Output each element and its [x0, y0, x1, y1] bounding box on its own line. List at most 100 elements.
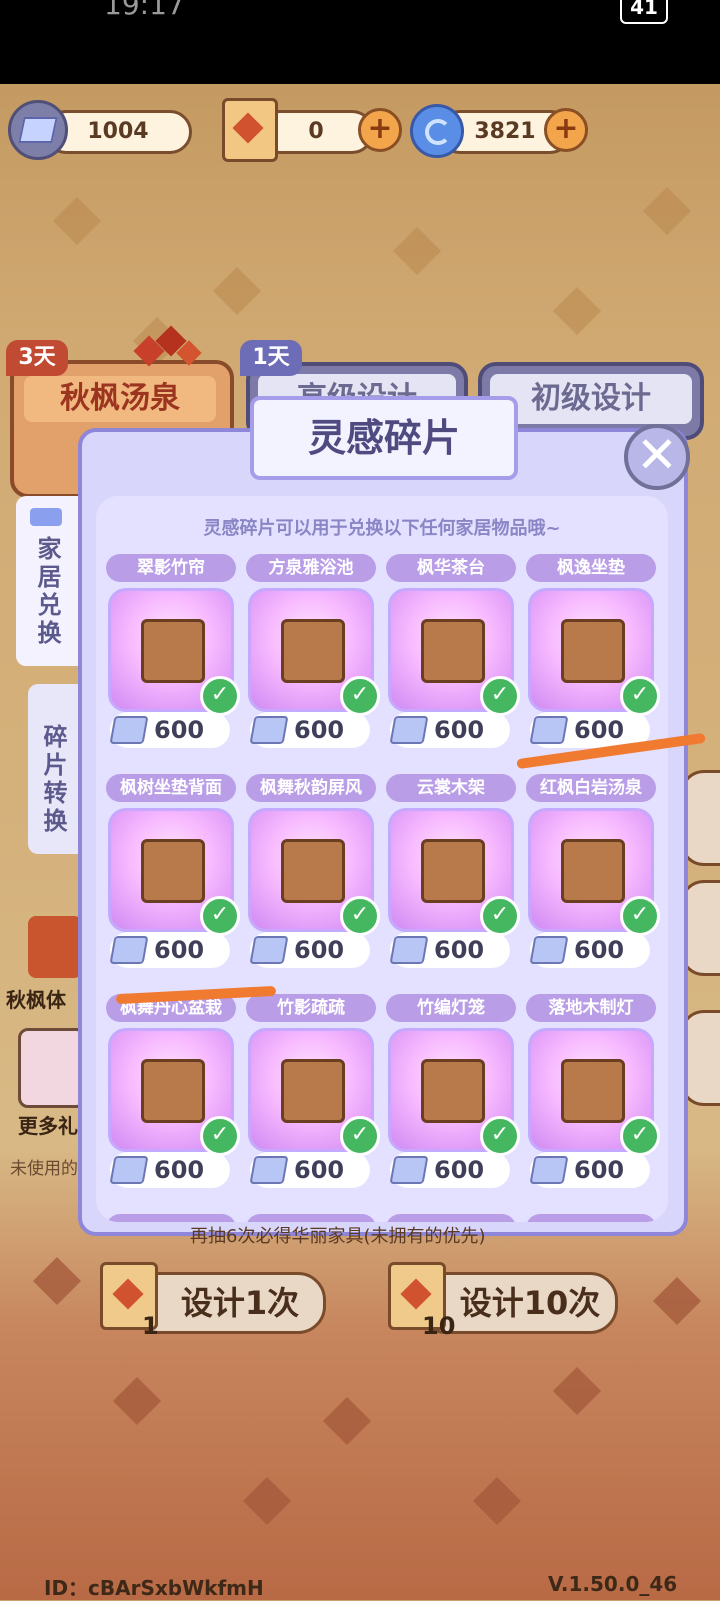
furniture-item-name: 枫树坐垫背面: [106, 774, 236, 802]
version-label: V.1.50.0_46: [548, 1572, 678, 1596]
furniture-item-name: 方泉雅浴池: [246, 554, 376, 582]
furniture-item-price-value: 600: [434, 716, 485, 744]
furniture-item[interactable]: 枫舞秋韵屏风 ✓ 600: [246, 774, 380, 974]
furniture-item-name-partial: [106, 1214, 236, 1222]
owned-check-icon: ✓: [340, 896, 380, 936]
side-tab-furniture-exchange[interactable]: 家居兑换: [16, 496, 78, 666]
furniture-item[interactable]: 翠影竹帘 ✓ 600: [106, 554, 240, 754]
furniture-item-name: 枫逸坐垫: [526, 554, 656, 582]
furniture-item-name: 枫舞秋韵屏风: [246, 774, 376, 802]
furniture-item-price: 600: [109, 712, 230, 748]
side-tab-furniture-exchange-label: 家居兑换: [33, 536, 61, 648]
furniture-item-price-value: 600: [574, 936, 625, 964]
furniture-item-price: 600: [529, 1152, 650, 1188]
furniture-item[interactable]: 枫华茶台 ✓ 600: [386, 554, 520, 754]
design-once-count: 1: [142, 1312, 159, 1340]
status-bar: 19:17 41: [0, 0, 720, 84]
furniture-item-name: 翠影竹帘: [106, 554, 236, 582]
add-swirl-button[interactable]: +: [544, 108, 588, 152]
furniture-item-name: 竹影疏疏: [246, 994, 376, 1022]
left-label-maple: 秋枫体: [6, 988, 66, 1012]
furniture-item[interactable]: 竹影疏疏 ✓ 600: [246, 994, 380, 1194]
add-scroll-button[interactable]: +: [358, 108, 402, 152]
tab-basic-design-label: 初级设计: [490, 374, 692, 424]
furniture-item[interactable]: 落地木制灯 ✓ 600: [526, 994, 660, 1194]
inspiration-fragment-icon: [529, 936, 569, 964]
furniture-item-name: 竹编灯笼: [386, 994, 516, 1022]
furniture-item-price: 600: [529, 932, 650, 968]
tab-advanced-design-timer: 1天: [240, 340, 302, 376]
modal-title: 灵感碎片: [250, 396, 518, 480]
inspiration-fragment-icon: [109, 716, 149, 744]
tab-autumn-maple-timer: 3天: [6, 340, 68, 376]
left-label-unused: 未使用的: [10, 1159, 78, 1179]
owned-check-icon: ✓: [200, 896, 240, 936]
close-button[interactable]: ✕: [624, 424, 690, 490]
furniture-item-name: 落地木制灯: [526, 994, 656, 1022]
side-tab-fragment-convert[interactable]: 碎片转换: [28, 684, 78, 854]
sofa-icon: [30, 508, 62, 526]
inspiration-fragment-icon: [8, 100, 68, 160]
furniture-item[interactable]: 枫逸坐垫 ✓ 600: [526, 554, 660, 754]
furniture-item[interactable]: 云裳木架 ✓ 600: [386, 774, 520, 974]
furniture-item-price-value: 600: [154, 1156, 205, 1184]
furniture-item-price-value: 600: [154, 936, 205, 964]
inspiration-fragment-modal: 灵感碎片可以用于兑换以下任何家居物品哦~ 翠影竹帘 ✓ 600 方泉雅浴池 ✓ 600 枫华…: [78, 396, 688, 1236]
furniture-item[interactable]: 枫树坐垫背面 ✓ 600: [106, 774, 240, 974]
furniture-item-price-value: 600: [434, 1156, 485, 1184]
inspiration-fragment-icon: [389, 716, 429, 744]
inspiration-fragment-icon: [389, 1156, 429, 1184]
status-time: 19:17: [104, 0, 185, 21]
owned-check-icon: ✓: [480, 676, 520, 716]
furniture-item-name: 红枫白岩汤泉: [526, 774, 656, 802]
owned-check-icon: ✓: [480, 896, 520, 936]
battery-indicator: 41: [620, 0, 668, 24]
owned-check-icon: ✓: [480, 1116, 520, 1156]
owned-check-icon: ✓: [620, 1116, 660, 1156]
owned-check-icon: ✓: [200, 1116, 240, 1156]
furniture-item-price: 600: [109, 1152, 230, 1188]
owned-check-icon: ✓: [620, 896, 660, 936]
inspiration-fragment-icon: [529, 716, 569, 744]
furniture-item[interactable]: 枫舞丹心盆栽 ✓ 600: [106, 994, 240, 1194]
furniture-item-price: 600: [249, 1152, 370, 1188]
furniture-item-price-value: 600: [294, 716, 345, 744]
furniture-item-price: 600: [249, 712, 370, 748]
furniture-item-price: 600: [389, 1152, 510, 1188]
inspiration-fragment-icon: [109, 1156, 149, 1184]
left-label-more-gifts: 更多礼: [18, 1114, 78, 1138]
furniture-item-price: 600: [249, 932, 370, 968]
side-tab-fragment-convert-label: 碎片转换: [39, 724, 67, 836]
design-ten-label: 设计10次: [459, 1284, 601, 1322]
furniture-item-price-value: 600: [294, 1156, 345, 1184]
inspiration-fragment-icon: [529, 1156, 569, 1184]
inspiration-fragment-icon: [249, 1156, 289, 1184]
furniture-item-name: 云裳木架: [386, 774, 516, 802]
swirl-currency-icon: [410, 104, 464, 158]
pity-note: 再抽6次必得华丽家具(未拥有的优先): [190, 1226, 486, 1247]
furniture-item-name: 枫华茶台: [386, 554, 516, 582]
item-list[interactable]: 灵感碎片可以用于兑换以下任何家居物品哦~ 翠影竹帘 ✓ 600 方泉雅浴池 ✓ 600 枫华…: [96, 496, 668, 1222]
furniture-item-price: 600: [109, 932, 230, 968]
maple-leaves-icon: [133, 325, 202, 370]
furniture-item-price-value: 600: [574, 1156, 625, 1184]
inspiration-fragment-icon: [109, 936, 149, 964]
owned-check-icon: ✓: [340, 1116, 380, 1156]
inspiration-fragment-icon: [389, 936, 429, 964]
furniture-item-price: 600: [389, 932, 510, 968]
furniture-item-name-partial: [246, 1214, 376, 1222]
furniture-item-name-partial: [386, 1214, 516, 1222]
furniture-item-price: 600: [389, 712, 510, 748]
design-scroll-icon: [222, 98, 278, 162]
design-once-button[interactable]: 设计1次: [130, 1272, 326, 1334]
owned-check-icon: ✓: [340, 676, 380, 716]
maple-bundle-icon: [28, 916, 82, 978]
furniture-item[interactable]: 竹编灯笼 ✓ 600: [386, 994, 520, 1194]
furniture-item[interactable]: 红枫白岩汤泉 ✓ 600: [526, 774, 660, 974]
furniture-item-price-value: 600: [294, 936, 345, 964]
furniture-item[interactable]: 方泉雅浴池 ✓ 600: [246, 554, 380, 754]
tab-autumn-maple-label: 秋枫汤泉: [24, 376, 216, 422]
player-id: ID：cBArSxbWkfmH: [44, 1576, 264, 1600]
design-ten-count: 10: [422, 1312, 456, 1340]
furniture-item-price-value: 600: [434, 936, 485, 964]
